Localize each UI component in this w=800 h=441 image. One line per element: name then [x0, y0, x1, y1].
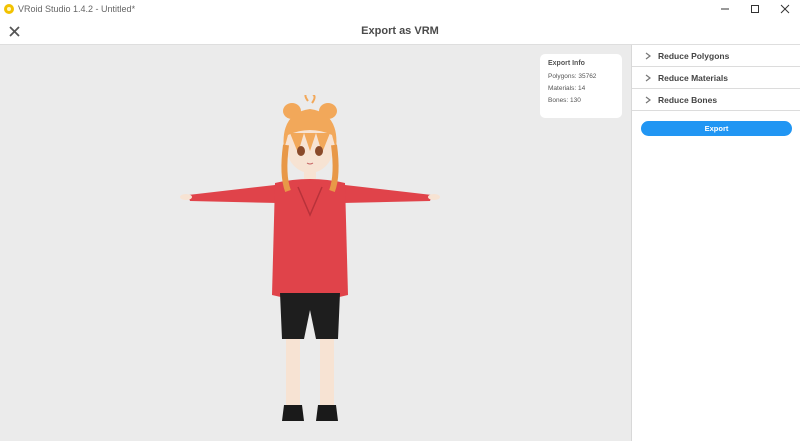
- reduce-materials-label: Reduce Materials: [658, 72, 728, 83]
- reduce-bones-item[interactable]: Reduce Bones: [632, 89, 800, 111]
- avatar-model: [180, 95, 440, 421]
- bones-count: Bones: 130: [548, 97, 581, 104]
- window-titlebar: VRoid Studio 1.4.2 - Untitled*: [0, 0, 800, 18]
- avatar-viewport[interactable]: Export Info Polygons: 35762 Materials: 1…: [0, 45, 631, 441]
- materials-count: Materials: 14: [548, 85, 586, 92]
- app-header: Export as VRM: [0, 18, 800, 45]
- reduce-polygons-label: Reduce Polygons: [658, 50, 730, 61]
- reduce-materials-item[interactable]: Reduce Materials: [632, 67, 800, 89]
- polygons-count: Polygons: 35762: [548, 73, 597, 80]
- reduce-polygons-item[interactable]: Reduce Polygons: [632, 45, 800, 67]
- chevron-right-icon: [644, 52, 652, 60]
- chevron-right-icon: [644, 96, 652, 104]
- window-title: VRoid Studio 1.4.2 - Untitled*: [18, 4, 136, 14]
- page-title: Export as VRM: [361, 25, 439, 37]
- app-logo-icon: [4, 4, 14, 14]
- reduce-bones-label: Reduce Bones: [658, 94, 718, 105]
- window-controls: [710, 0, 800, 18]
- export-info-heading: Export Info: [548, 60, 585, 67]
- maximize-icon[interactable]: [740, 0, 770, 18]
- minimize-icon[interactable]: [710, 0, 740, 18]
- chevron-right-icon: [644, 74, 652, 82]
- export-options-panel: Reduce Polygons Reduce Materials Reduce …: [631, 45, 800, 441]
- export-button[interactable]: Export: [641, 121, 792, 136]
- export-info-panel: Export Info Polygons: 35762 Materials: 1…: [540, 54, 622, 118]
- close-icon[interactable]: [770, 0, 800, 18]
